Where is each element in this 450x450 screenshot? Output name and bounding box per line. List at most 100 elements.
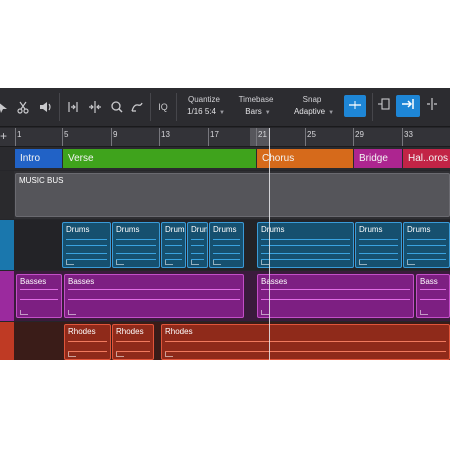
clip-event <box>116 245 156 246</box>
chevron-down-icon: ▼ <box>218 110 225 116</box>
clip-foot-icon <box>116 260 124 265</box>
basses-clip[interactable]: Basses <box>257 274 414 318</box>
track-music-bus: MUSIC BUS <box>0 171 450 219</box>
clip-event <box>66 245 107 246</box>
nudge-button[interactable] <box>422 95 442 117</box>
section-chorus[interactable]: Chorus <box>257 149 353 168</box>
nudge-icon <box>426 97 438 116</box>
clip-event <box>68 289 240 290</box>
clip-event <box>261 289 410 290</box>
timebase-value: Bars <box>245 107 262 116</box>
clip-event <box>261 299 410 300</box>
plus-icon[interactable]: + <box>0 129 7 143</box>
clip-event <box>261 259 350 260</box>
section-intro[interactable]: Intro <box>15 149 62 168</box>
drums-clip[interactable]: Drums <box>62 222 111 268</box>
toolbar-divider <box>150 93 151 121</box>
timebase-label: Timebase <box>238 95 274 104</box>
clip-event <box>116 239 156 240</box>
section-bridge[interactable]: Bridge <box>354 149 402 168</box>
drums-clip[interactable]: Drums <box>257 222 354 268</box>
iq-label: IQ <box>158 102 168 112</box>
clip-foot-icon <box>420 310 428 315</box>
clip-name: Drums <box>191 225 207 234</box>
clip-name: Rhodes <box>165 327 193 336</box>
rhodes-clip[interactable]: Rhodes <box>161 324 450 360</box>
ruler-tick: 5 <box>64 130 69 139</box>
clip-foot-icon <box>165 352 173 357</box>
clip-event <box>261 239 350 240</box>
clip-event <box>20 299 58 300</box>
clip-event <box>68 341 107 342</box>
track-header[interactable] <box>0 271 14 321</box>
timebase-select[interactable]: Bars ▼ <box>236 107 280 116</box>
clip-event <box>191 239 204 240</box>
drums-clip[interactable]: Drums <box>403 222 450 268</box>
snap-grid-button[interactable] <box>374 95 394 117</box>
track-rhodes: Rhodes Rhodes Rhodes <box>0 322 450 360</box>
basses-clip[interactable]: Bass <box>416 274 450 318</box>
snap-arrow-icon <box>401 97 415 115</box>
rhodes-clip[interactable]: Rhodes <box>112 324 154 360</box>
drums-clip[interactable]: Drums <box>187 222 208 268</box>
ruler-tick: 29 <box>355 130 364 139</box>
clip-foot-icon <box>261 260 269 265</box>
daw-arrange-window: IQ Quantize 1/16 5:4 ▼ Timebase Bars ▼ Sna… <box>0 88 450 360</box>
bend-marker-icon[interactable] <box>62 96 84 118</box>
quantize-select[interactable]: 1/16 5:4 ▼ <box>184 107 228 116</box>
clip-name: Rhodes <box>68 327 96 336</box>
clip-event <box>407 239 446 240</box>
section-halo[interactable]: Hal..oros <box>403 149 450 168</box>
clip-foot-icon <box>116 352 124 357</box>
clip-name: Bass <box>420 277 438 286</box>
clip-foot-icon <box>359 260 367 265</box>
clip-foot-icon <box>407 260 415 265</box>
clip-name: Drums <box>66 225 90 234</box>
basses-clip[interactable]: Basses <box>64 274 244 318</box>
timeline-ruler[interactable]: + 1 5 9 13 17 21 25 29 33 <box>0 128 450 147</box>
clip-event <box>66 253 107 254</box>
clip-event <box>165 341 446 342</box>
clip-name: Basses <box>20 277 47 286</box>
drums-clip[interactable]: Drums <box>355 222 402 268</box>
quantize-value: 1/16 5:4 <box>187 107 216 116</box>
snap-label: Snap <box>302 95 322 104</box>
clip-event <box>420 299 446 300</box>
clip-event <box>261 253 350 254</box>
snap-select[interactable]: Adaptive ▼ <box>288 107 340 116</box>
toolbar-divider <box>372 93 373 121</box>
playhead[interactable] <box>269 128 270 360</box>
rhodes-clip[interactable]: Rhodes <box>64 324 111 360</box>
clip-event <box>359 245 398 246</box>
track-header[interactable] <box>0 322 14 360</box>
speaker-icon[interactable] <box>34 96 56 118</box>
ruler-tick: 21 <box>258 130 267 139</box>
section-verse[interactable]: Verse <box>63 149 256 168</box>
bus-clip[interactable]: MUSIC BUS <box>15 173 450 217</box>
track-basses: Basses Basses Basses Bass <box>0 271 450 321</box>
snap-arrow-button[interactable] <box>396 95 420 117</box>
clip-event <box>116 341 150 342</box>
clip-event <box>261 245 350 246</box>
quantize-label: Quantize <box>187 95 221 104</box>
clip-event <box>165 351 446 352</box>
clip-name: Drums <box>165 225 185 234</box>
iq-icon[interactable]: IQ <box>152 96 174 118</box>
drums-clip[interactable]: Drums <box>209 222 244 268</box>
chevron-down-icon: ▼ <box>328 110 335 116</box>
snap-cursor-button[interactable] <box>344 95 366 117</box>
track-header[interactable] <box>0 220 14 270</box>
clip-foot-icon <box>20 310 28 315</box>
listen-icon[interactable] <box>106 96 128 118</box>
clip-foot-icon <box>261 310 269 315</box>
toolbar-divider <box>59 93 60 121</box>
drums-clip[interactable]: Drums <box>112 222 160 268</box>
toolbar: IQ Quantize 1/16 5:4 ▼ Timebase Bars ▼ Sna… <box>0 88 450 127</box>
track-header[interactable] <box>0 171 14 219</box>
drums-clip[interactable]: Drums <box>161 222 186 268</box>
paint-icon[interactable] <box>126 96 148 118</box>
basses-clip[interactable]: Basses <box>16 274 62 318</box>
snap-cursor-icon <box>348 97 362 115</box>
split-icon[interactable] <box>84 96 106 118</box>
scissors-icon[interactable] <box>12 96 34 118</box>
